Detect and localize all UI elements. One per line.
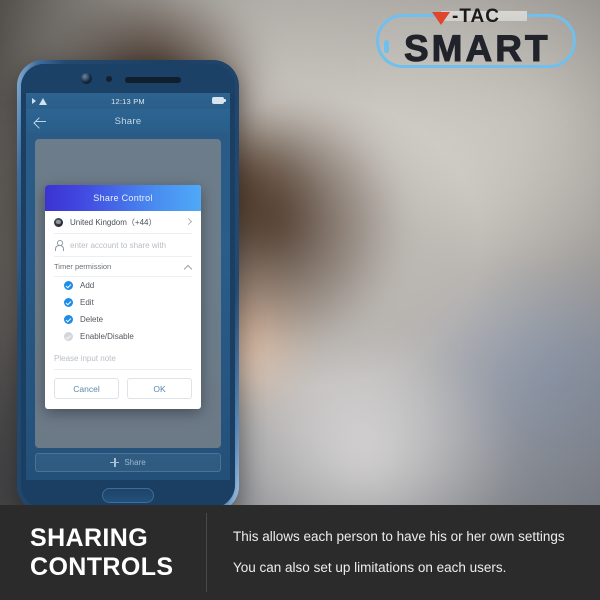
permission-item-edit[interactable]: Edit [54,294,192,311]
flag-icon [54,217,63,227]
banner-paragraph-1: This allows each person to have his or h… [233,528,565,544]
banner-heading-line2: CONTROLS [30,552,174,581]
banner-paragraph-2: You can also set up limitations on each … [233,560,507,575]
smartphone-mockup: 12:13 PM Share Share Control United King… [17,60,239,512]
permission-label: Delete [80,315,104,324]
cancel-button[interactable]: Cancel [54,378,119,399]
plus-icon [110,458,120,467]
account-input-placeholder: enter account to share with [70,240,167,250]
app-nav-bar: Share [26,109,230,133]
person-icon [54,240,65,251]
logo-v-triangle-icon [432,11,450,25]
share-control-dialog: Share Control United Kingdom（+44） enter … [45,185,201,409]
permission-label: Add [80,281,95,290]
note-input-placeholder: Please input note [54,354,116,363]
promo-graphic: -TAC SMART 12:13 PM Share Share Control … [0,0,600,600]
chevron-right-icon [184,217,193,226]
page-title: Share [114,115,142,127]
banner-heading: SHARING CONTROLS [30,524,202,582]
permission-item-delete[interactable]: Delete [54,311,192,328]
logo-accent-dot [384,40,389,53]
battery-icon [212,97,226,104]
phone-top-bezel [21,64,235,94]
account-input-row[interactable]: enter account to share with [54,234,192,257]
logo-smart-label: SMART [404,28,551,70]
timer-permission-section-header[interactable]: Timer permission [54,257,193,277]
back-arrow-icon[interactable] [34,115,47,128]
banner-heading-line1: SHARING [30,523,149,552]
checkbox-checked-icon[interactable] [64,298,73,307]
permission-item-enable-disable[interactable]: Enable/Disable [54,328,192,345]
ok-button[interactable]: OK [127,378,192,399]
checkbox-checked-icon[interactable] [64,315,73,324]
country-selector-row[interactable]: United Kingdom（+44） [54,211,193,234]
add-share-button[interactable]: Share [35,453,221,472]
timer-permission-label: Timer permission [54,262,112,271]
logo-vtac-text: -TAC [432,6,500,28]
permission-label: Edit [80,298,94,307]
earpiece-speaker [125,77,181,83]
phone-screen: 12:13 PM Share Share Control United King… [26,93,230,480]
country-label: United Kingdom（+44） [70,217,157,227]
dialog-title: Share Control [45,185,201,211]
permission-label: Enable/Disable [80,332,134,341]
front-camera-icon [81,73,92,84]
banner-body: This allows each person to have his or h… [233,527,565,579]
home-button[interactable] [102,488,154,503]
proximity-sensor-icon [106,76,112,82]
vtac-smart-logo: -TAC SMART [368,6,584,74]
status-bar-time: 12:13 PM [111,96,145,106]
checkbox-unchecked-icon[interactable] [64,332,73,341]
chevron-up-icon [183,264,193,274]
banner-divider [206,513,207,592]
checkbox-checked-icon[interactable] [64,281,73,290]
permission-item-add[interactable]: Add [54,277,192,294]
note-input-row[interactable]: Please input note [54,348,192,370]
status-bar: 12:13 PM [26,93,230,109]
bottom-banner: SHARING CONTROLS This allows each person… [0,505,600,600]
add-share-label: Share [124,458,146,467]
logo-tac-label: -TAC [452,6,500,27]
